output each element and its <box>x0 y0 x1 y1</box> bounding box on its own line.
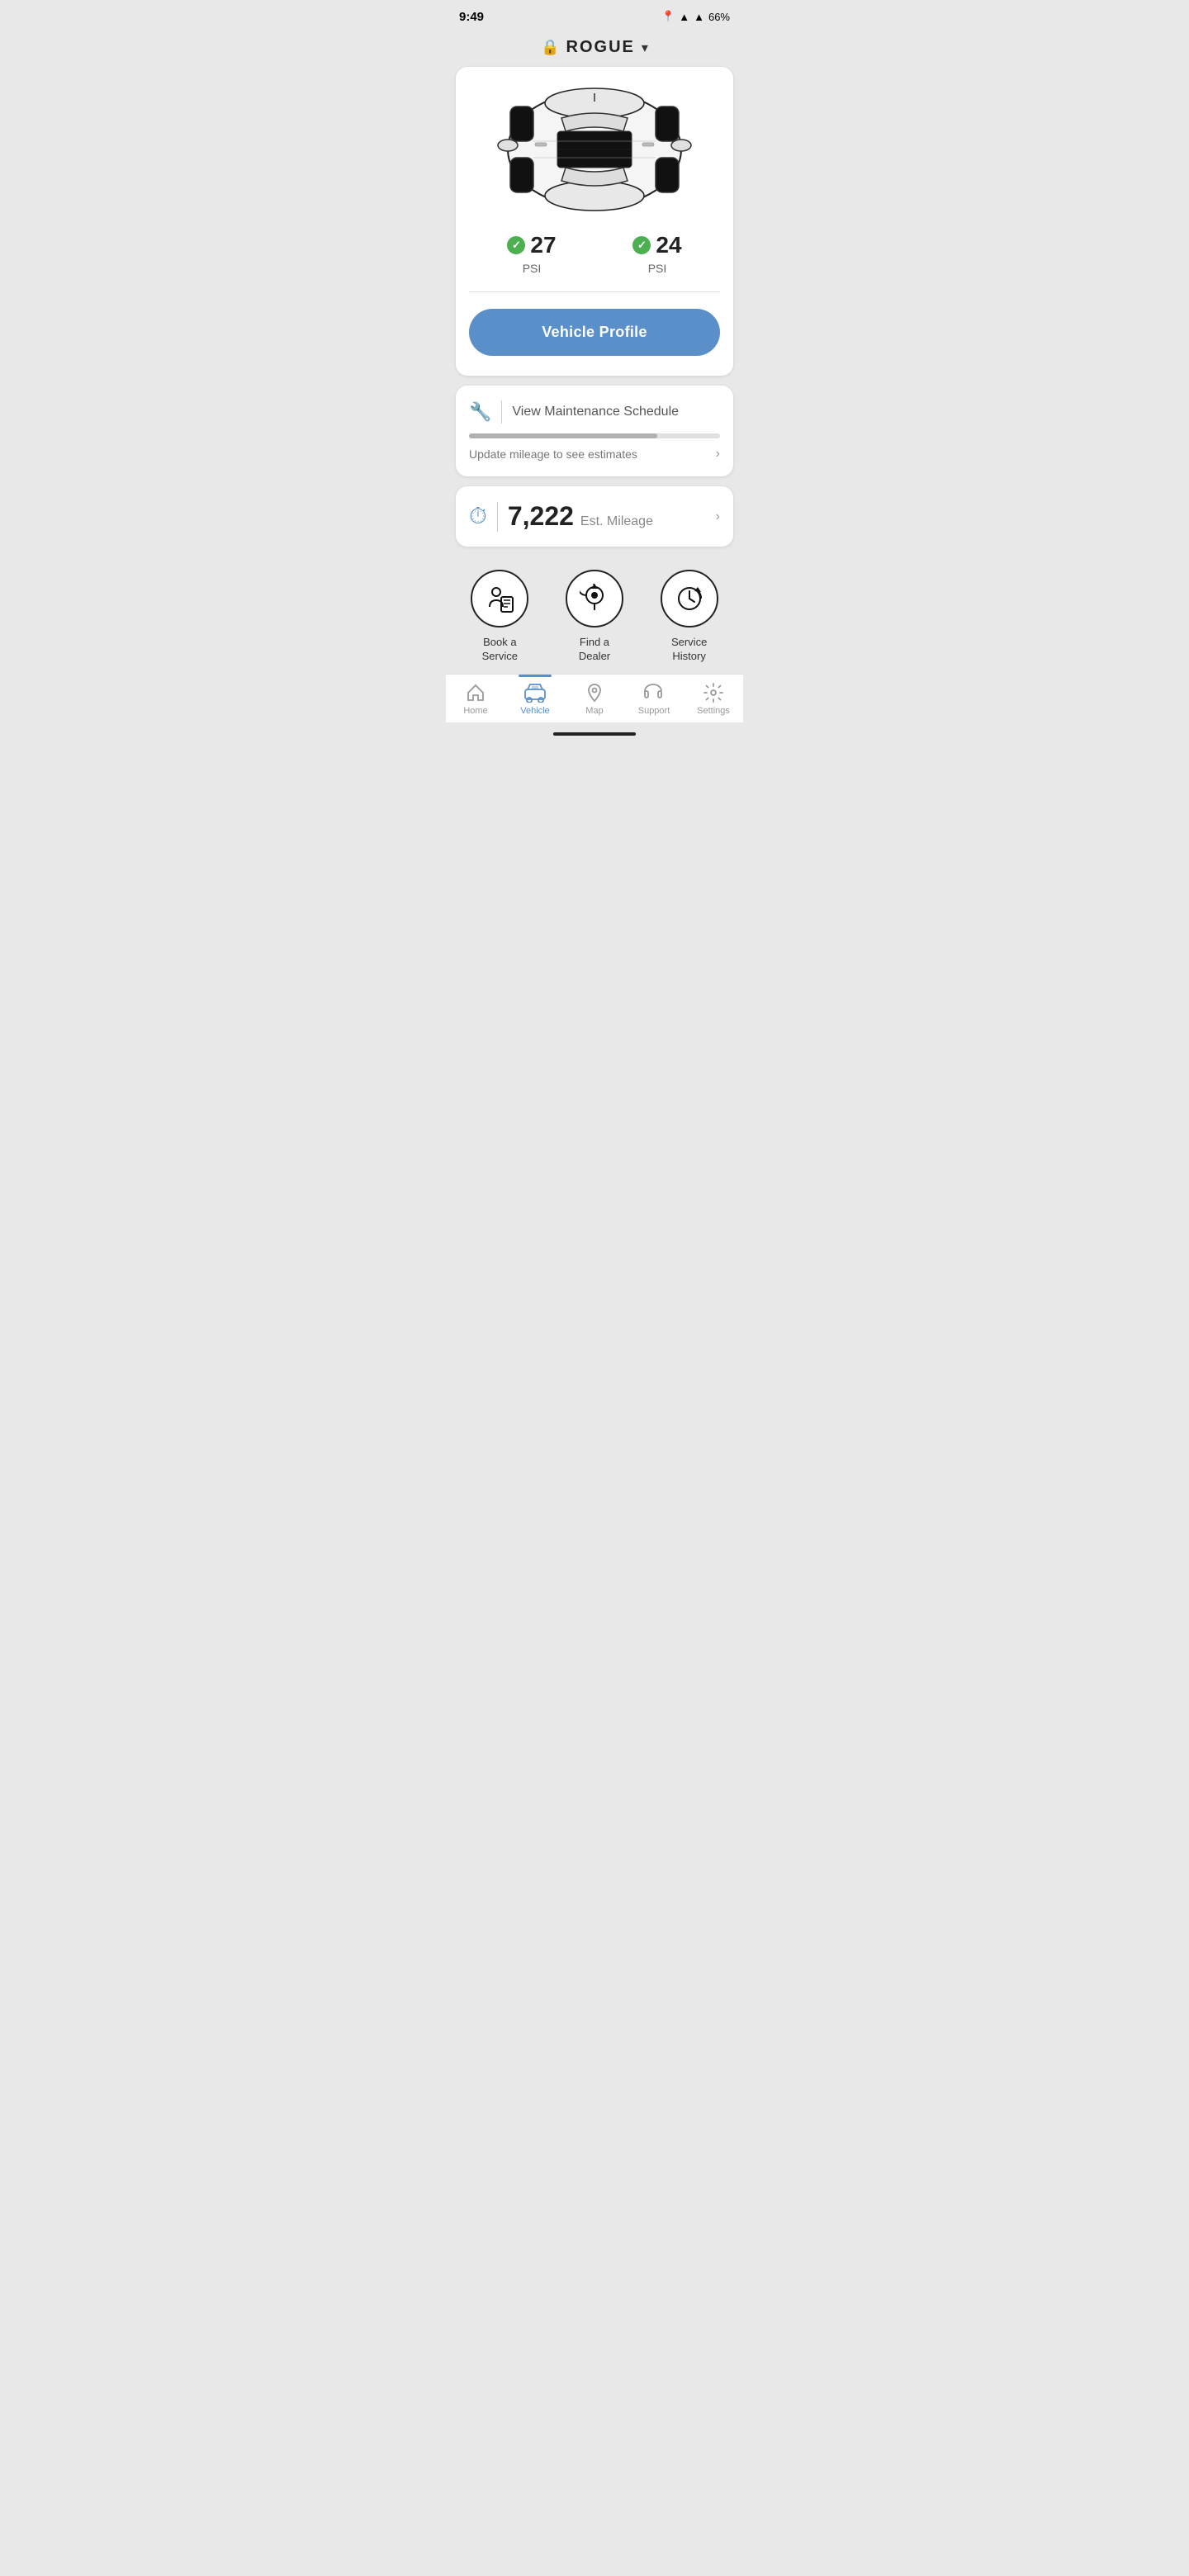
find-dealer-action[interactable]: Find aDealer <box>566 570 623 664</box>
nav-active-indicator <box>519 675 552 677</box>
service-history-circle <box>661 570 718 627</box>
find-dealer-circle <box>566 570 623 627</box>
book-service-icon <box>485 584 514 613</box>
speedometer-icon: ⏱ <box>469 503 487 530</box>
quick-actions: Book aService Find aDealer <box>446 556 743 674</box>
vehicle-profile-button[interactable]: Vehicle Profile <box>469 309 720 356</box>
nav-vehicle-label: Vehicle <box>520 706 549 716</box>
map-icon <box>585 683 604 703</box>
nav-support[interactable]: Support <box>624 683 684 716</box>
progress-bar-fill <box>469 433 657 438</box>
home-indicator <box>446 722 743 741</box>
book-service-label: Book aService <box>482 636 518 664</box>
left-tire-reading: ✓ 27 PSI <box>507 232 556 275</box>
nav-home[interactable]: Home <box>446 683 505 716</box>
nav-vehicle[interactable]: Vehicle <box>505 683 565 716</box>
card-divider <box>469 291 720 292</box>
battery-icon: 66% <box>708 11 730 23</box>
maintenance-title: View Maintenance Schedule <box>512 405 720 419</box>
nav-map-label: Map <box>585 706 603 716</box>
mileage-chevron-right-icon: › <box>716 509 720 524</box>
wifi-icon: ▲ <box>679 11 689 23</box>
support-icon <box>643 683 665 703</box>
vertical-divider <box>501 400 502 424</box>
service-history-label: ServiceHistory <box>671 636 707 664</box>
vehicle-icon <box>523 683 547 703</box>
status-time: 9:49 <box>459 10 484 24</box>
right-tire-reading: ✓ 24 PSI <box>632 232 681 275</box>
maintenance-card[interactable]: 🔧 View Maintenance Schedule Update milea… <box>456 386 733 476</box>
home-bar <box>553 732 636 736</box>
nav-settings-label: Settings <box>697 706 730 716</box>
mileage-vertical-divider <box>497 502 498 532</box>
left-tire-value: 27 <box>530 232 556 258</box>
location-icon: 📍 <box>661 10 675 23</box>
lock-icon: 🔒 <box>541 39 559 56</box>
right-tire-unit: PSI <box>648 262 667 275</box>
progress-bar-background <box>469 433 720 438</box>
header: 🔒 ROGUE ▾ <box>446 30 743 67</box>
mileage-content: 7,222 Est. Mileage <box>508 501 706 532</box>
bottom-nav: Home Vehicle Map Support Settin <box>446 674 743 722</box>
vehicle-name: ROGUE <box>566 38 635 57</box>
chevron-down-icon[interactable]: ▾ <box>642 40 648 56</box>
maintenance-note: Update mileage to see estimates <box>469 447 637 461</box>
vehicle-card: ✓ 27 PSI ✓ 24 PSI Vehicle Profile <box>456 67 733 376</box>
maintenance-progress <box>469 433 720 438</box>
settings-icon <box>703 683 723 703</box>
nav-support-label: Support <box>638 706 670 716</box>
wrench-icon: 🔧 <box>469 401 491 423</box>
car-top-view <box>487 83 702 215</box>
home-icon <box>466 683 486 703</box>
service-history-icon <box>675 584 704 613</box>
book-service-circle <box>471 570 528 627</box>
left-tire-unit: PSI <box>523 262 542 275</box>
status-icons: 📍 ▲ ▲ 66% <box>661 10 730 23</box>
scroll-area: ✓ 27 PSI ✓ 24 PSI Vehicle Profile 🔧 View… <box>446 67 743 556</box>
chevron-right-icon: › <box>716 447 720 462</box>
nav-home-label: Home <box>463 706 487 716</box>
book-service-action[interactable]: Book aService <box>471 570 528 664</box>
tire-pressure-info: ✓ 27 PSI ✓ 24 PSI <box>469 232 720 275</box>
right-tire-value: 24 <box>656 232 681 258</box>
find-dealer-icon <box>580 584 609 613</box>
left-tire-check-icon: ✓ <box>507 236 525 254</box>
right-tire-check-icon: ✓ <box>632 236 651 254</box>
find-dealer-label: Find aDealer <box>579 636 610 664</box>
signal-icon: ▲ <box>694 11 704 23</box>
mileage-label: Est. Mileage <box>580 514 653 529</box>
service-history-action[interactable]: ServiceHistory <box>661 570 718 664</box>
status-bar: 9:49 📍 ▲ ▲ 66% <box>446 0 743 30</box>
mileage-value: 7,222 <box>508 501 574 532</box>
car-image-container <box>469 83 720 215</box>
nav-settings[interactable]: Settings <box>684 683 743 716</box>
mileage-card[interactable]: ⏱ 7,222 Est. Mileage › <box>456 486 733 547</box>
nav-map[interactable]: Map <box>565 683 624 716</box>
